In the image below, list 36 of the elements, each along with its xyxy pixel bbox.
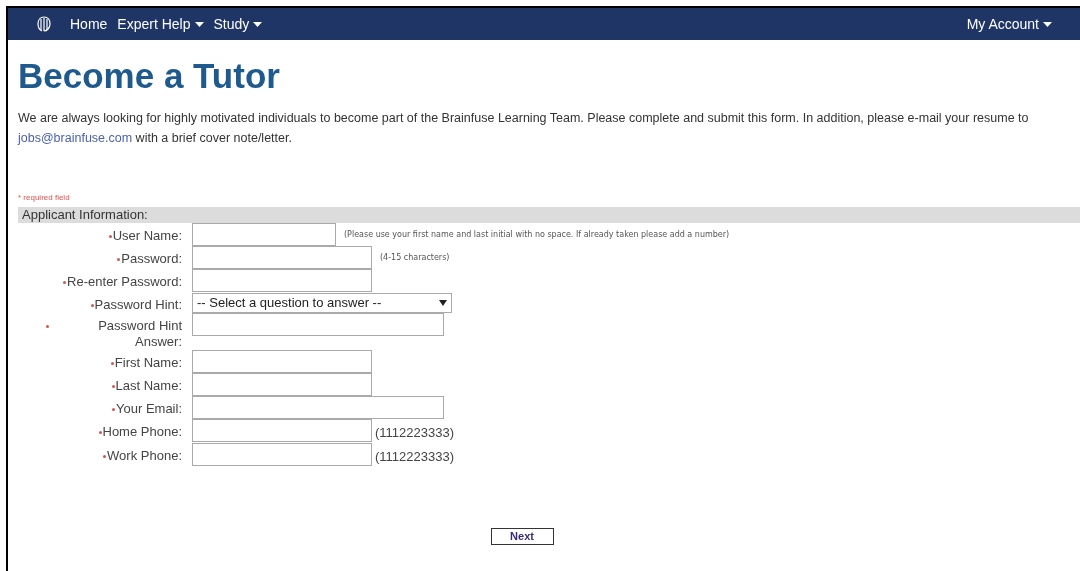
email-link[interactable]: jobs@brainfuse.com — [18, 131, 133, 145]
text-input[interactable] — [192, 419, 372, 442]
text-input[interactable] — [192, 269, 372, 292]
field-label: Password Hint Answer: — [97, 318, 182, 350]
field-hint: (Please use your first name and last initial with no space. If already taken please add a number) — [344, 229, 730, 241]
section-header: Applicant Information: — [18, 207, 1080, 223]
field-label: Password: — [121, 251, 182, 267]
field-hint: (4-15 characters) — [380, 252, 450, 264]
text-input[interactable] — [192, 223, 336, 246]
field-hint: (1112223333) — [375, 447, 455, 466]
field-label: Last Name: — [115, 378, 182, 394]
required-note: * required field — [18, 192, 70, 204]
field-label: Your Email: — [116, 401, 182, 417]
field-label: Password Hint: — [94, 297, 182, 313]
dropdown-arrow-icon — [439, 300, 447, 306]
field-hint: (1112223333) — [375, 424, 455, 442]
nav-link[interactable]: Study — [213, 13, 263, 35]
nav-link[interactable]: Expert Help — [117, 13, 204, 35]
text-input[interactable] — [192, 373, 372, 396]
intro-paragraph: We are always looking for highly motivated individuals to become part of the Brainfuse Learning Team. Please complete and submit this form. In addition, please e-mail your resume to jobs@brainfuse.com with a brief cover note/letter. — [18, 110, 1030, 147]
field-label: User Name: — [112, 228, 182, 244]
field-label: Work Phone: — [107, 447, 182, 464]
next-button[interactable]: Next — [490, 528, 554, 545]
text-input[interactable] — [192, 313, 444, 336]
text-input[interactable] — [192, 396, 444, 419]
page-title: Become a Tutor — [18, 55, 281, 97]
logo-icon[interactable] — [36, 15, 52, 33]
text-input[interactable] — [192, 246, 372, 269]
account-menu[interactable]: My Account — [966, 13, 1052, 35]
nav-link[interactable]: Home — [70, 13, 108, 35]
field-label: Home Phone: — [102, 424, 182, 440]
field-label: Re-enter Password: — [67, 274, 182, 290]
password-hint-select[interactable]: -- Select a question to answer -- — [192, 293, 452, 313]
field-label: First Name: — [114, 355, 182, 371]
text-input[interactable] — [192, 350, 372, 373]
text-input[interactable] — [192, 442, 372, 466]
